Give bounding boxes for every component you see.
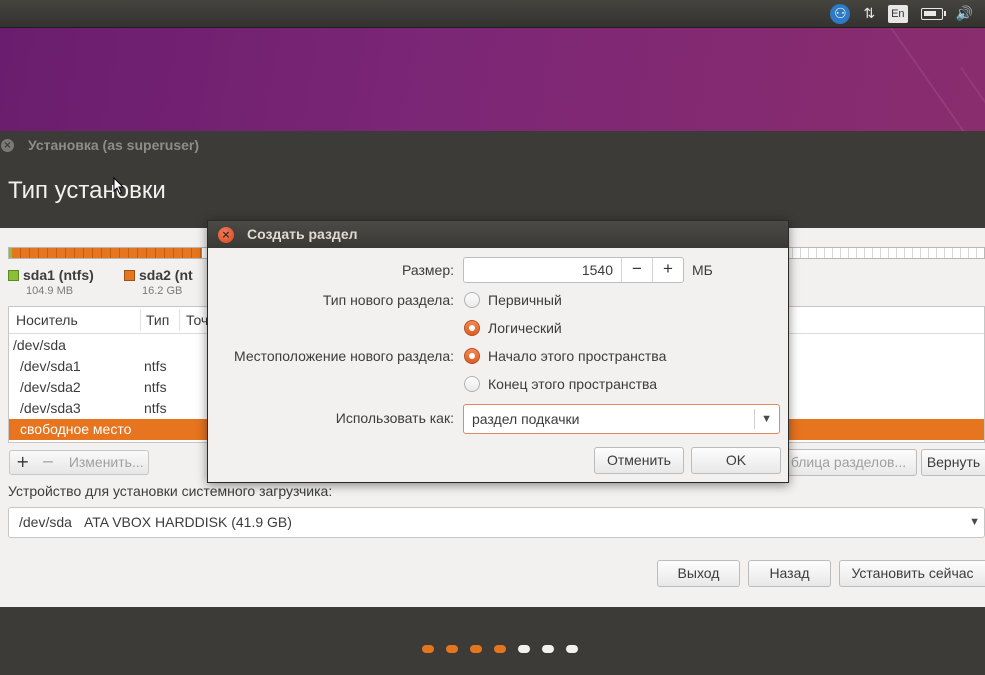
radio-primary[interactable]: Первичный [464, 292, 562, 308]
cell-device: /dev/sda [13, 337, 66, 353]
progress-dot-todo [542, 645, 554, 653]
network-arrows-icon[interactable]: ⇅ [863, 3, 875, 25]
radio-button [464, 376, 480, 392]
use-as-value: раздел подкачки [472, 411, 580, 427]
remove-partition-button[interactable]: − [35, 451, 60, 474]
legend-name: sda1 (ntfs) [23, 267, 94, 283]
quit-button[interactable]: Выход [657, 560, 740, 587]
progress-dot-done [446, 645, 458, 653]
radio-logical[interactable]: Логический [464, 320, 562, 336]
progress-dot-todo [566, 645, 578, 653]
installer-header: × Установка (as superuser) Тип установки [0, 131, 985, 228]
installer-footer [0, 607, 985, 675]
use-as-select[interactable]: раздел подкачки ▼ [463, 404, 780, 434]
add-partition-button[interactable]: + [10, 451, 35, 474]
cell-device: свободное место [20, 421, 132, 437]
dropdown-arrow-icon: ▼ [761, 413, 772, 425]
increment-button[interactable]: + [652, 258, 683, 282]
desktop-background [0, 28, 985, 131]
size-input[interactable]: 1540 [464, 258, 621, 282]
use-as-label: Использовать как: [335, 410, 454, 426]
accessibility-icon[interactable]: ⚇ [830, 4, 851, 24]
column-separator [179, 309, 180, 331]
installer-titlebar: × Установка (as superuser) [0, 131, 985, 159]
new-partition-table-button[interactable]: блица разделов... [780, 449, 917, 476]
combo-separator [754, 409, 755, 429]
cell-device: /dev/sda3 [20, 400, 81, 416]
top-panel: ⚇ ⇅ En 🔊 [0, 0, 985, 28]
legend-size: 16.2 GB [142, 285, 183, 297]
radio-end[interactable]: Конец этого пространства [464, 376, 657, 392]
location-label: Местоположение нового раздела: [234, 348, 454, 364]
battery-icon[interactable] [920, 3, 946, 25]
column-header-type[interactable]: Тип [146, 312, 169, 328]
close-icon[interactable]: × [218, 227, 234, 243]
progress-dots [422, 645, 578, 653]
radio-label: Первичный [488, 292, 562, 308]
install-now-button[interactable]: Установить сейчас [839, 560, 985, 587]
mouse-cursor-icon [113, 177, 125, 195]
page-title: Тип установки [8, 177, 166, 204]
legend-name: sda2 (nt [139, 267, 193, 283]
cell-device: /dev/sda1 [20, 358, 81, 374]
revert-button[interactable]: Вернуть [921, 449, 985, 476]
window-title: Установка (as superuser) [28, 137, 200, 153]
decrement-button[interactable]: − [621, 258, 652, 282]
radio-label: Конец этого пространства [488, 376, 658, 392]
create-partition-dialog: × Создать раздел Размер: 1540 − + МБ Тип… [207, 220, 789, 483]
radio-beginning[interactable]: Начало этого пространства [464, 348, 666, 364]
column-header-device[interactable]: Носитель [16, 312, 78, 328]
keyboard-layout-indicator[interactable]: En [888, 5, 908, 23]
progress-dot-done [494, 645, 506, 653]
ok-button[interactable]: OK [691, 447, 781, 474]
radio-label: Логический [488, 320, 562, 336]
radio-label: Начало этого пространства [488, 348, 667, 364]
bootloader-device-description: ATA VBOX HARDDISK (41.9 GB) [83, 514, 292, 530]
radio-button-selected [464, 320, 480, 336]
cell-type: ntfs [144, 379, 167, 395]
change-partition-button[interactable]: Изменить... [61, 451, 148, 474]
column-header-mount[interactable]: Точ [186, 312, 208, 328]
partition-bar-segment-sda2 [12, 248, 202, 258]
close-icon[interactable]: × [1, 139, 14, 152]
bootloader-device: /dev/sda [19, 514, 72, 530]
size-unit: МБ [692, 262, 713, 278]
system-tray: ⚇ ⇅ En 🔊 [830, 3, 973, 25]
column-separator [140, 309, 141, 331]
cell-type: ntfs [144, 358, 167, 374]
legend-swatch [8, 270, 19, 281]
size-spinbutton: 1540 − + [463, 257, 684, 283]
battery-fill [923, 11, 937, 16]
legend-swatch [124, 270, 135, 281]
volume-icon[interactable]: 🔊 [956, 3, 973, 25]
progress-dot-done [470, 645, 482, 653]
size-label: Размер: [401, 262, 454, 278]
legend-item-sda1: sda1 (ntfs) 104.9 MB [8, 267, 94, 297]
back-button[interactable]: Назад [748, 560, 831, 587]
partition-type-label: Тип нового раздела: [322, 292, 454, 308]
cell-type: ntfs [144, 400, 167, 416]
wallpaper-streak [960, 66, 985, 131]
partition-toolbar: + − Изменить... [9, 450, 149, 475]
progress-dot-todo [518, 645, 530, 653]
dropdown-arrow-icon: ▼ [969, 516, 980, 528]
dialog-titlebar: × Создать раздел [208, 221, 788, 248]
bootloader-device-select[interactable]: /dev/sda ATA VBOX HARDDISK (41.9 GB) ▼ [8, 507, 985, 538]
battery-body [920, 8, 946, 20]
legend-item-sda2: sda2 (nt 16.2 GB [124, 267, 193, 297]
radio-button-selected [464, 348, 480, 364]
radio-button [464, 292, 480, 308]
dialog-title: Создать раздел [247, 226, 358, 242]
bootloader-label: Устройство для установки системного загр… [8, 483, 333, 499]
cell-device: /dev/sda2 [20, 379, 81, 395]
legend-size: 104.9 MB [26, 285, 74, 297]
progress-dot-done [422, 645, 434, 653]
cancel-button[interactable]: Отменить [594, 447, 684, 474]
